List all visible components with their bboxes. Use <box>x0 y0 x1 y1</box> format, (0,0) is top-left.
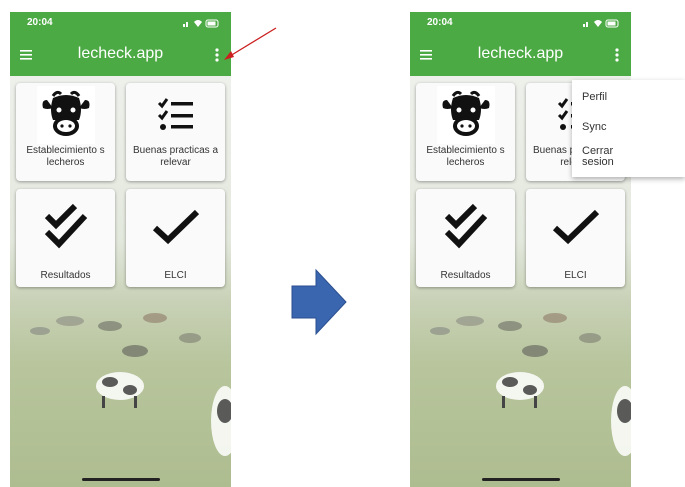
app-bar: lecheck.app <box>10 34 231 76</box>
menu-item-sync[interactable]: Sync <box>582 122 606 133</box>
status-bar: 20:04 <box>10 12 231 34</box>
menu-item-cerrar-sesion[interactable]: Cerrar sesion <box>582 146 642 168</box>
annotation-arrow-icon <box>224 27 277 60</box>
tile-label: Resultados <box>440 270 491 281</box>
check-icon <box>552 209 599 245</box>
tile-label: Establecimiento s lecheros <box>26 145 105 168</box>
tile-buenas-practicas[interactable]: Buenas practicas a relevar <box>126 83 225 181</box>
checklist-icon <box>157 98 193 130</box>
overflow-menu: Perfil Sync Cerrar sesion <box>572 80 685 177</box>
tile-elci[interactable]: ELCI <box>526 189 625 287</box>
tile-resultados[interactable]: Resultados <box>16 189 115 287</box>
cow-icon <box>36 86 95 144</box>
tile-label: Buenas practicas a relevar <box>132 145 219 168</box>
tile-label: Establecimiento s lecheros <box>426 145 505 168</box>
tile-elci[interactable]: ELCI <box>126 189 225 287</box>
app-bar: lecheck.app <box>410 34 631 76</box>
status-icons <box>183 19 219 28</box>
home-indicator[interactable] <box>482 478 560 481</box>
cow-icon <box>436 86 495 144</box>
status-icons <box>583 19 619 28</box>
home-indicator[interactable] <box>82 478 160 481</box>
check-icon <box>152 209 199 245</box>
more-options-icon[interactable] <box>609 44 625 66</box>
phone-screen-before: 20:04 lecheck.app Establecimiento s lech… <box>10 12 231 487</box>
tile-label: ELCI <box>164 270 187 281</box>
status-time: 20:04 <box>27 17 53 28</box>
status-time: 20:04 <box>427 17 453 28</box>
tile-resultados[interactable]: Resultados <box>416 189 515 287</box>
tile-establecimientos[interactable]: Establecimiento s lecheros <box>16 83 115 181</box>
app-title: lecheck.app <box>77 45 164 62</box>
menu-item-perfil[interactable]: Perfil <box>582 92 607 103</box>
double-check-icon <box>444 203 487 249</box>
tile-establecimientos[interactable]: Establecimiento s lecheros <box>416 83 515 181</box>
transition-arrow-icon <box>291 268 347 336</box>
tile-label: Resultados <box>40 270 91 281</box>
status-bar: 20:04 <box>410 12 631 34</box>
tile-label: ELCI <box>564 270 587 281</box>
double-check-icon <box>44 203 87 249</box>
app-title: lecheck.app <box>477 45 564 62</box>
